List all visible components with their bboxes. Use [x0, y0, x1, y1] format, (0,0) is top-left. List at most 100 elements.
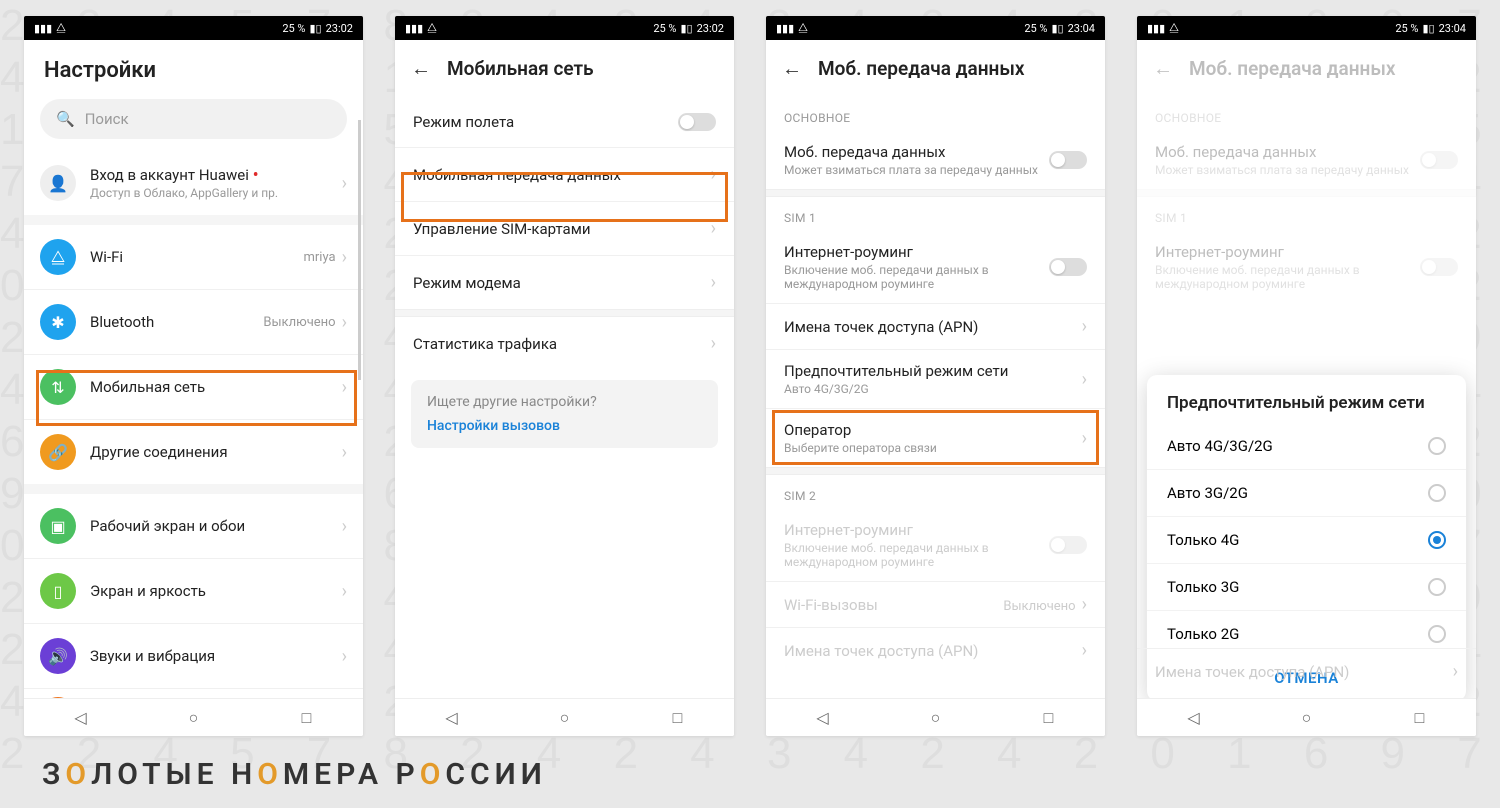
truncated-row[interactable]: ⬤ Уведомления	[24, 688, 363, 698]
android-navbar: ◁ ○ □	[1137, 698, 1476, 736]
tether-label: Режим модема	[413, 274, 521, 292]
status-bar: ▮▮▮ ⧋ 25 % ▮▯ 23:02	[24, 16, 363, 40]
brand-watermark: ЗОЛОТЫЕ НОМЕРА РОССИИ	[42, 757, 547, 792]
sim-management-row[interactable]: Управление SIM-картами ›	[395, 201, 734, 255]
brand-text: ЛОТЫЕ Н	[91, 757, 257, 792]
wifi-row[interactable]: ⧋ Wi-Fi mriya ›	[24, 225, 363, 289]
phone-screen-network-mode-dialog: ▮▮▮⧋ 25 %▮▯23:04 ← Моб. передача данных …	[1137, 16, 1476, 736]
phone-screen-settings: ▮▮▮ ⧋ 25 % ▮▯ 23:02 Настройки 🔍 Поиск 👤 …	[24, 16, 363, 736]
search-input[interactable]: 🔍 Поиск	[40, 99, 347, 139]
wificall-title: Wi-Fi-вызовы	[784, 596, 878, 614]
airplane-mode-row[interactable]: Режим полета	[395, 97, 734, 147]
airplane-toggle[interactable]	[678, 113, 716, 131]
signal-icon: ▮▮▮	[34, 22, 52, 35]
back-button[interactable]: ←	[411, 56, 431, 81]
wificall-value: Выключено	[1003, 599, 1075, 614]
section-main: ОСНОВНОЕ	[766, 97, 1105, 131]
back-button[interactable]: ←	[782, 56, 802, 81]
radio-option-2[interactable]: Только 4G	[1147, 516, 1466, 563]
account-icon: 👤	[40, 165, 76, 201]
brand-text: З	[42, 757, 65, 792]
radio-option-0[interactable]: Авто 4G/3G/2G	[1147, 423, 1466, 469]
signal-icon: ▮▮▮	[1147, 22, 1165, 35]
clock: 23:04	[1439, 22, 1466, 35]
roaming2-title: Интернет-роуминг	[784, 521, 1041, 539]
operator-row[interactable]: Оператор Выберите оператора связи ›	[766, 408, 1105, 467]
wifi-icon: ⧋	[56, 21, 66, 35]
radio-icon	[1428, 437, 1446, 455]
wifi-icon: ⧋	[1169, 21, 1179, 35]
roaming-toggle[interactable]	[1049, 258, 1087, 276]
status-bar: ▮▮▮⧋ 25 %▮▯23:04	[766, 16, 1105, 40]
huawei-account-row[interactable]: 👤 Вход в аккаунт Huawei • Доступ в Облак…	[24, 151, 363, 215]
alert-dot-icon: •	[253, 165, 259, 186]
other-label: Другие соединения	[90, 443, 342, 461]
apn-row[interactable]: Имена точек доступа (APN) ›	[766, 303, 1105, 349]
account-title: Вход в аккаунт Huawei	[90, 166, 249, 184]
other-connections-row[interactable]: 🔗 Другие соединения ›	[24, 419, 363, 484]
preferred-network-row[interactable]: Предпочтительный режим сети Авто 4G/3G/2…	[766, 349, 1105, 408]
nav-home-button[interactable]: ○	[556, 709, 574, 727]
nav-home-button[interactable]: ○	[927, 709, 945, 727]
nav-recent-button[interactable]: □	[1040, 709, 1058, 727]
radio-option-3[interactable]: Только 3G	[1147, 563, 1466, 610]
pref-sub: Авто 4G/3G/2G	[784, 382, 1008, 396]
airplane-label: Режим полета	[413, 113, 514, 131]
chevron-right-icon: ›	[711, 333, 716, 354]
brightness-icon: ▯	[40, 573, 76, 609]
traffic-stats-row[interactable]: Статистика трафика ›	[395, 317, 734, 370]
radio-option-1[interactable]: Авто 3G/2G	[1147, 469, 1466, 516]
scrollbar[interactable]	[358, 120, 361, 698]
status-bar: ▮▮▮⧋ 25 %▮▯23:02	[395, 16, 734, 40]
nav-recent-button[interactable]: □	[298, 709, 316, 727]
mobile-data-transfer-row[interactable]: Мобильная передача данных ›	[395, 147, 734, 201]
radio-icon	[1428, 625, 1446, 643]
wifi-icon: ⧋	[427, 21, 437, 35]
nav-recent-button[interactable]: □	[669, 709, 687, 727]
chevron-right-icon: ›	[711, 218, 716, 239]
mobile-data-title: Моб. передача данных	[784, 143, 1041, 161]
page-title: Мобильная сеть	[447, 57, 594, 80]
apn-label: Имена точек доступа (APN)	[784, 318, 978, 336]
mobile-label: Мобильная сеть	[90, 378, 342, 396]
chevron-right-icon: ›	[342, 312, 347, 333]
mobile-data-toggle-row[interactable]: Моб. передача данных Может взиматься пла…	[766, 131, 1105, 189]
battery-percent: 25 %	[653, 22, 676, 35]
mobile-network-row[interactable]: ⇅ Мобильная сеть ›	[24, 354, 363, 419]
android-navbar: ◁ ○ □	[766, 698, 1105, 736]
phone-screen-mobile-network: ▮▮▮⧋ 25 %▮▯23:02 ← Мобильная сеть Режим …	[395, 16, 734, 736]
nav-home-button[interactable]: ○	[185, 709, 203, 727]
nav-back-button[interactable]: ◁	[72, 709, 90, 727]
bluetooth-row[interactable]: ✱ Bluetooth Выключено ›	[24, 289, 363, 354]
chevron-right-icon: ›	[711, 164, 716, 185]
mobile-data-toggle[interactable]	[1049, 151, 1087, 169]
battery-icon: ▮▯	[1422, 22, 1434, 35]
sound-row[interactable]: 🔊 Звуки и вибрация ›	[24, 623, 363, 688]
display-row[interactable]: ▯ Экран и яркость ›	[24, 558, 363, 623]
signal-icon: ▮▮▮	[405, 22, 423, 35]
wallpaper-row[interactable]: ▣ Рабочий экран и обои ›	[24, 494, 363, 558]
chevron-right-icon: ›	[342, 516, 347, 537]
option-label: Только 2G	[1167, 625, 1239, 643]
brand-text: ССИИ	[445, 757, 546, 792]
nav-back-button[interactable]: ◁	[443, 709, 461, 727]
nav-recent-button[interactable]: □	[1411, 709, 1429, 727]
operator-sub: Выберите оператора связи	[784, 441, 937, 455]
chevron-right-icon: ›	[342, 581, 347, 602]
nav-back-button[interactable]: ◁	[1185, 709, 1203, 727]
chevron-right-icon: ›	[342, 247, 347, 268]
option-label: Только 3G	[1167, 578, 1239, 596]
option-label: Авто 4G/3G/2G	[1167, 437, 1273, 455]
call-settings-link[interactable]: Настройки вызовов	[427, 418, 702, 434]
chevron-right-icon: ›	[342, 377, 347, 398]
chevron-right-icon: ›	[1082, 316, 1087, 337]
roaming-row[interactable]: Интернет-роуминг Включение моб. передачи…	[766, 231, 1105, 303]
nav-home-button[interactable]: ○	[1298, 709, 1316, 727]
battery-percent: 25 %	[1024, 22, 1047, 35]
nav-back-button[interactable]: ◁	[814, 709, 832, 727]
battery-icon: ▮▯	[680, 22, 692, 35]
option-label: Только 4G	[1167, 531, 1239, 549]
battery-percent: 25 %	[1395, 22, 1418, 35]
tethering-row[interactable]: Режим модема ›	[395, 255, 734, 309]
battery-icon: ▮▯	[1051, 22, 1063, 35]
